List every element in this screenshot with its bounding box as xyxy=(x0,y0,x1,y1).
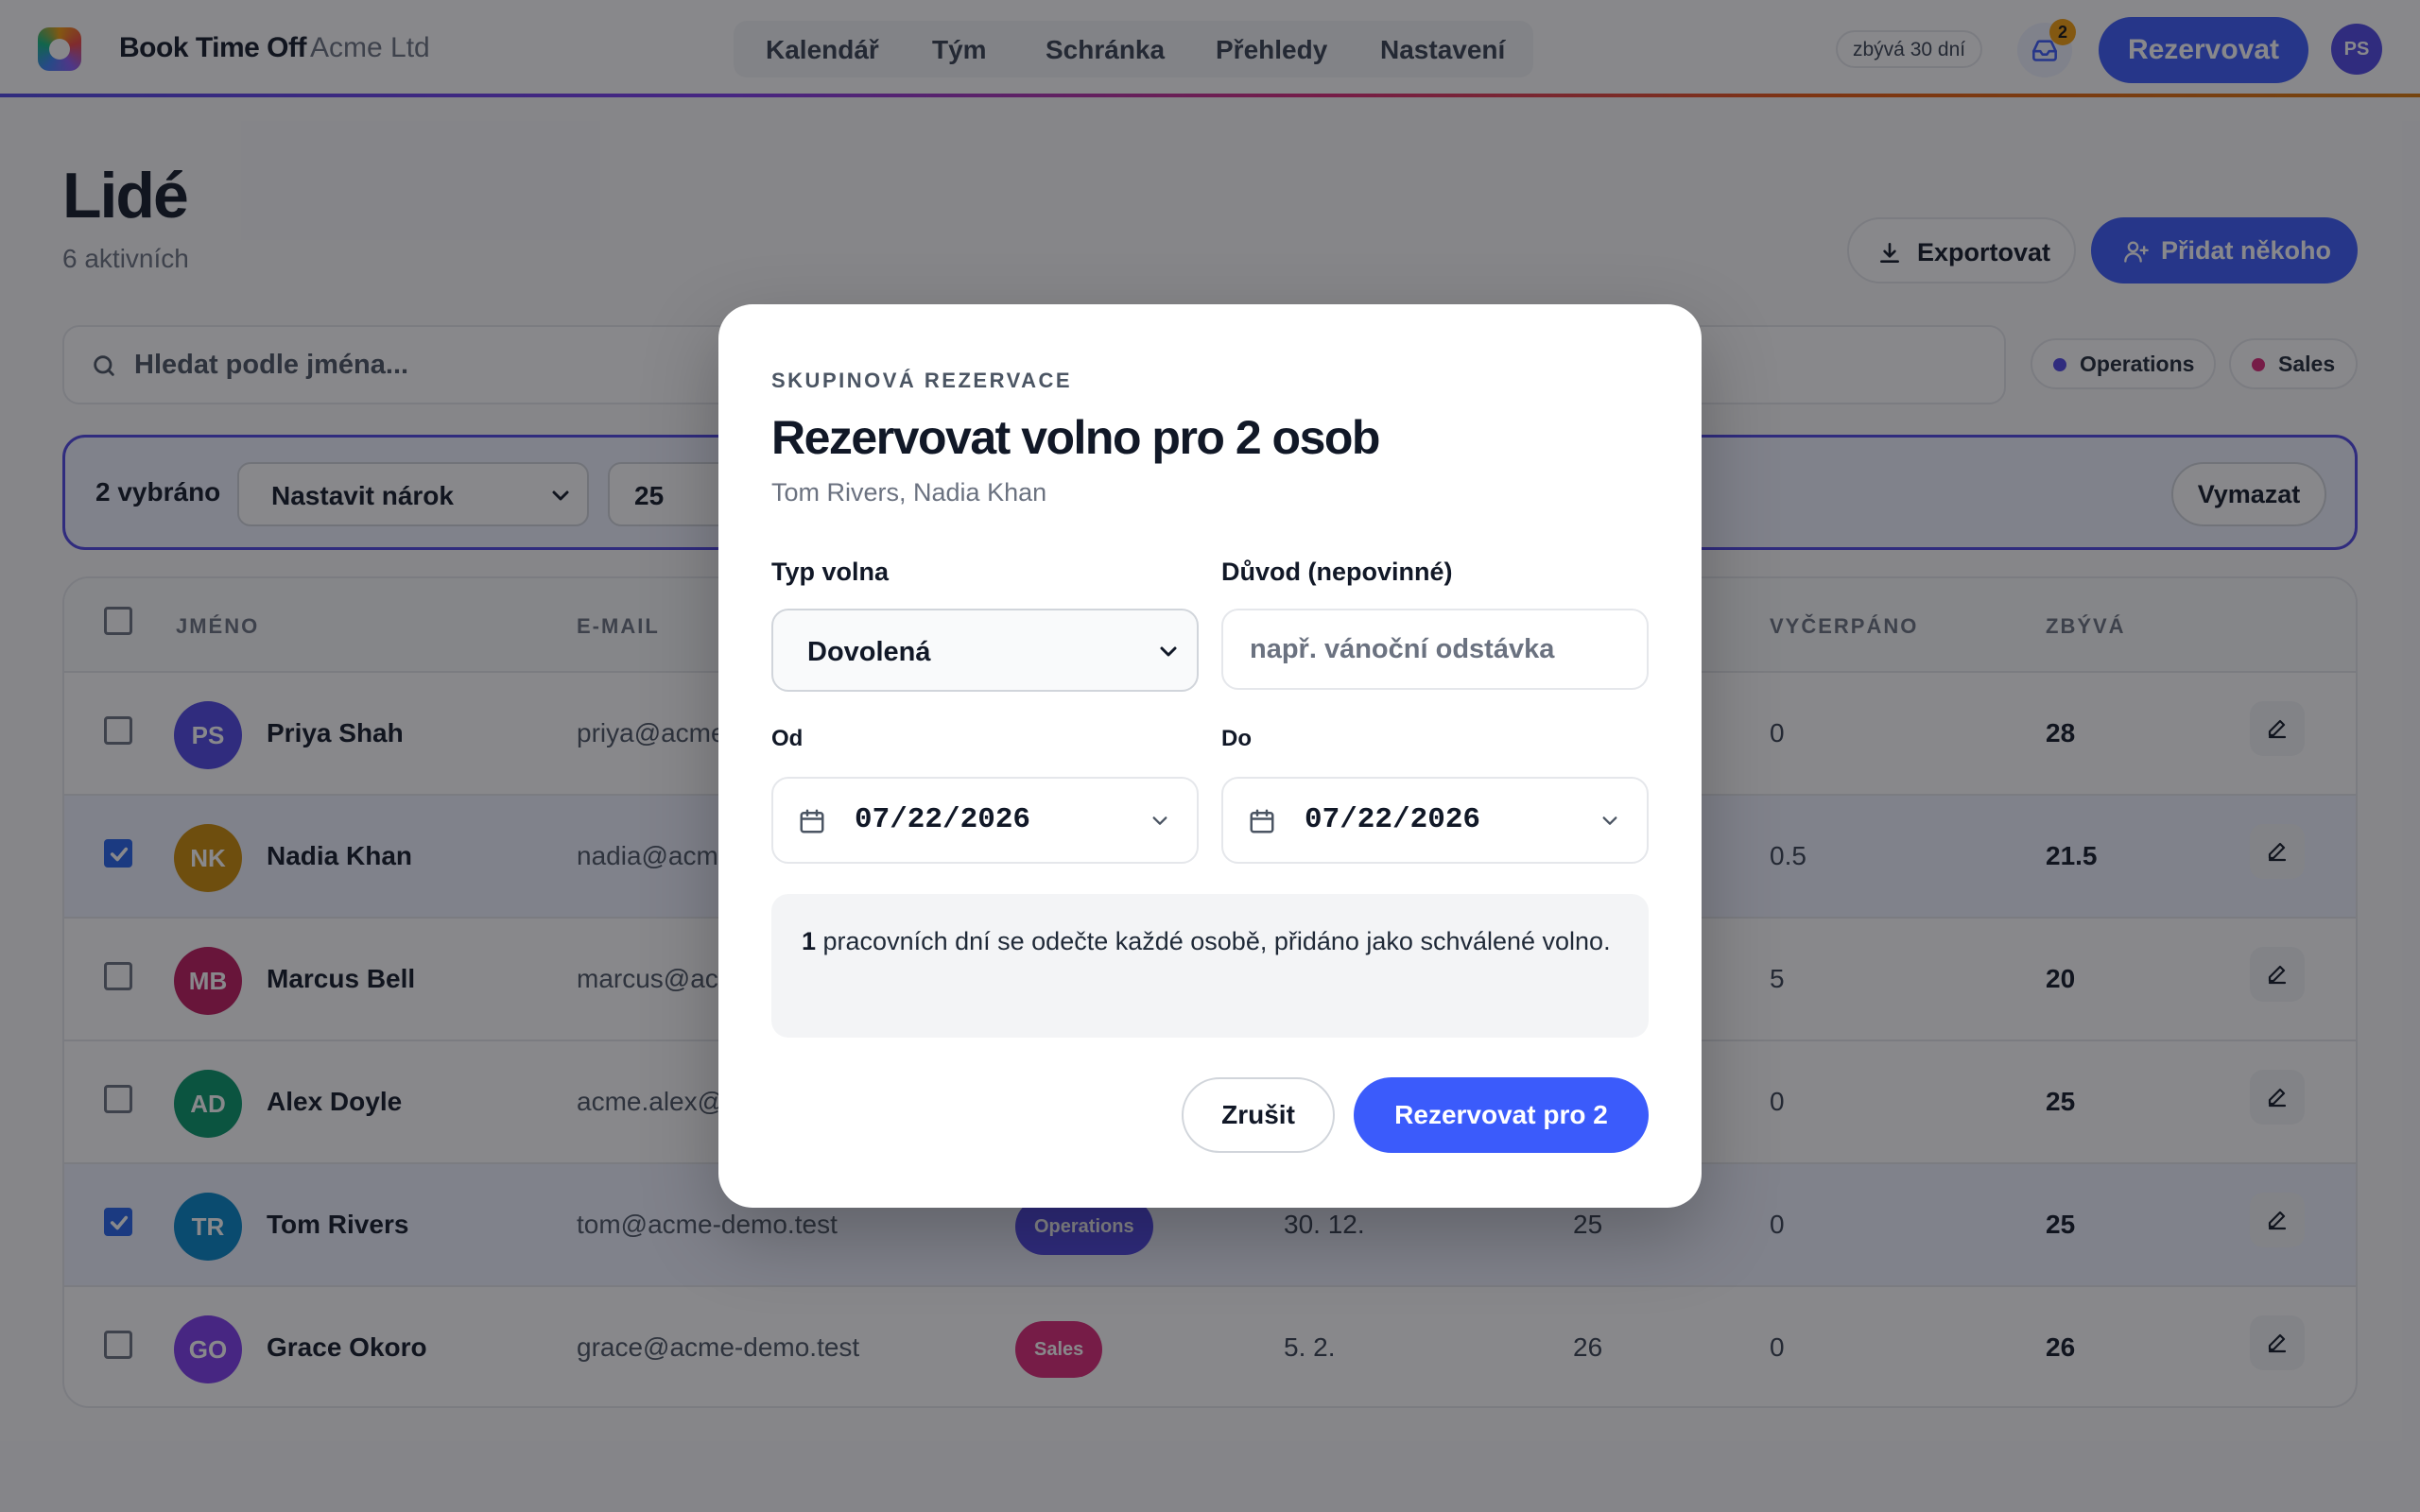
deduction-info: 1 pracovních dní se odečte každé osobě, … xyxy=(771,894,1649,1038)
calendar-icon xyxy=(800,809,824,833)
group-booking-dialog: SKUPINOVÁ REZERVACE Rezervovat volno pro… xyxy=(718,304,1702,1208)
reason-input[interactable] xyxy=(1221,609,1649,690)
to-date-label: Do xyxy=(1221,726,1252,751)
leave-type-label: Typ volna xyxy=(771,558,890,586)
dialog-selected-people: Tom Rivers, Nadia Khan xyxy=(771,478,1047,507)
reason-label: Důvod (nepovinné) xyxy=(1221,558,1453,586)
to-date-input[interactable]: 07/22/2026 xyxy=(1221,777,1649,864)
chevron-down-icon xyxy=(1602,816,1617,825)
dialog-eyebrow: SKUPINOVÁ REZERVACE xyxy=(771,369,1073,392)
to-date-value: 07/22/2026 xyxy=(1305,803,1481,836)
leave-type-select[interactable]: Dovolená xyxy=(771,609,1199,692)
from-date-value: 07/22/2026 xyxy=(855,803,1031,836)
deduction-days: 1 xyxy=(802,927,817,955)
from-date-label: Od xyxy=(771,726,804,751)
from-date-input[interactable]: 07/22/2026 xyxy=(771,777,1199,864)
calendar-icon xyxy=(1250,809,1274,833)
leave-type-value: Dovolená xyxy=(807,637,931,667)
dialog-title: Rezervovat volno pro 2 osob xyxy=(771,411,1380,464)
deduction-text: pracovních dní se odečte každé osobě, př… xyxy=(816,927,1611,955)
cancel-button[interactable]: Zrušit xyxy=(1182,1077,1335,1153)
submit-booking-button[interactable]: Rezervovat pro 2 xyxy=(1354,1077,1649,1153)
chevron-down-icon xyxy=(1160,646,1177,657)
chevron-down-icon xyxy=(1152,816,1167,825)
